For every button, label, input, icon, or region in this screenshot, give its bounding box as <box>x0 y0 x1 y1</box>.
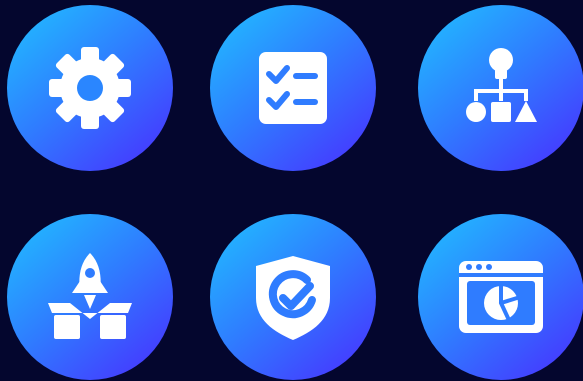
idea-flowchart-badge <box>418 5 583 171</box>
shield-check-badge <box>210 214 376 380</box>
checklist-icon <box>259 52 327 124</box>
gear-badge <box>7 5 173 171</box>
browser-pie-chart-icon <box>459 261 543 333</box>
rocket-launch-badge <box>7 214 173 380</box>
icon-grid <box>0 0 583 381</box>
browser-pie-chart-badge <box>418 214 583 380</box>
gear-icon <box>49 47 131 129</box>
checklist-badge <box>210 5 376 171</box>
rocket-launch-icon <box>48 253 132 339</box>
shield-check-icon <box>256 256 330 340</box>
idea-flowchart-icon <box>466 48 537 122</box>
